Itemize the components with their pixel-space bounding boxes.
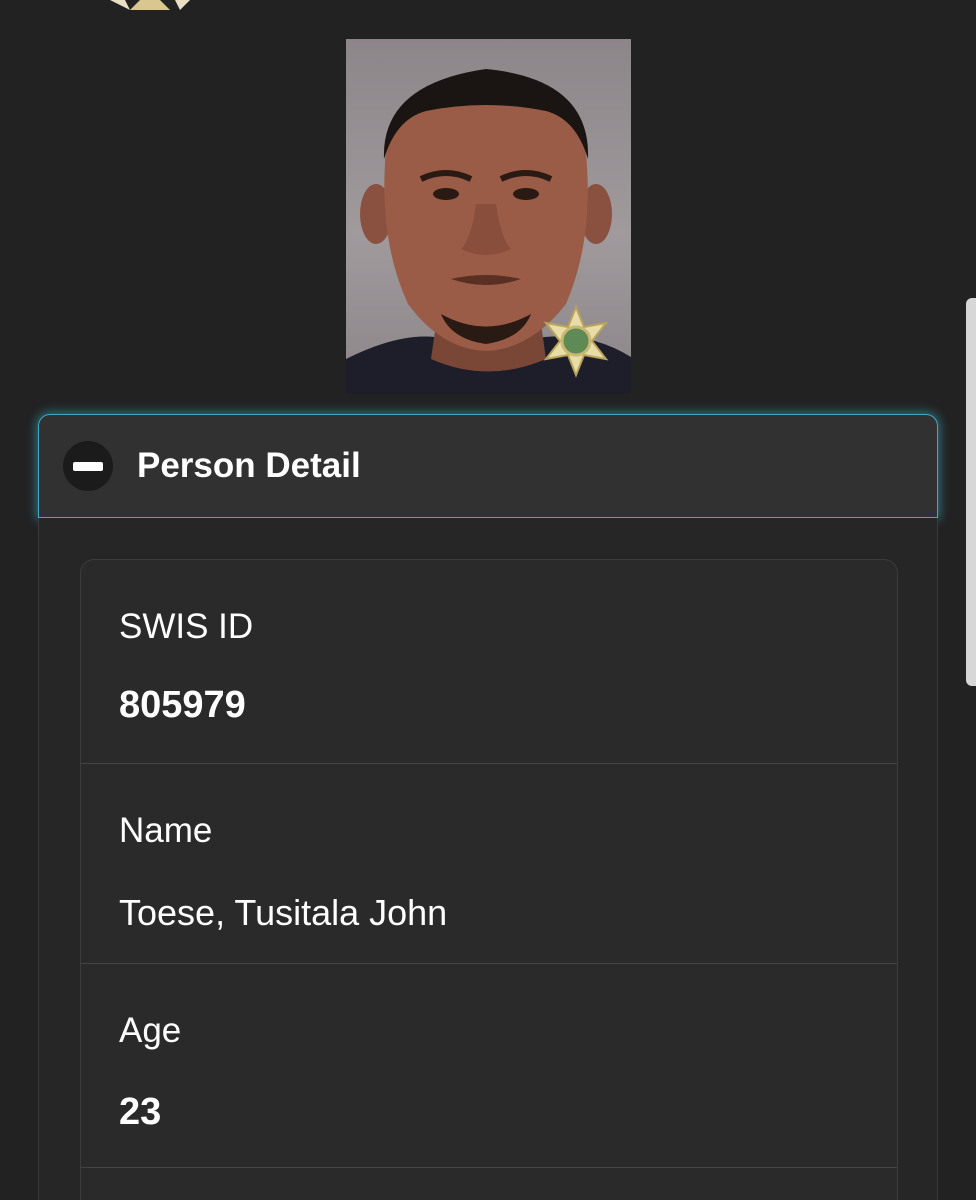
field-age: Age 23 bbox=[81, 964, 897, 1168]
booking-photo bbox=[346, 39, 631, 394]
field-label: Age bbox=[119, 1011, 182, 1050]
sheriff-logo-icon bbox=[100, 0, 200, 14]
field-value: Toese, Tusitala John bbox=[119, 892, 448, 933]
field-value: 805979 bbox=[119, 684, 246, 726]
page: Person Detail SWIS ID 805979 Name Toese,… bbox=[0, 0, 976, 1200]
section-title: Person Detail bbox=[137, 446, 361, 485]
person-detail-section: Person Detail SWIS ID 805979 Name Toese,… bbox=[38, 414, 938, 1200]
field-name: Name Toese, Tusitala John bbox=[81, 764, 897, 964]
field-value: 23 bbox=[119, 1091, 162, 1133]
person-detail-body: SWIS ID 805979 Name Toese, Tusitala John… bbox=[38, 518, 938, 1200]
scrollbar[interactable] bbox=[966, 298, 976, 686]
field-swis-id: SWIS ID 805979 bbox=[81, 560, 897, 764]
minus-icon[interactable] bbox=[63, 441, 113, 491]
person-detail-header[interactable]: Person Detail bbox=[38, 414, 938, 518]
detail-card: SWIS ID 805979 Name Toese, Tusitala John… bbox=[80, 559, 898, 1200]
field-label: Name bbox=[119, 811, 213, 850]
field-label: SWIS ID bbox=[119, 607, 254, 646]
